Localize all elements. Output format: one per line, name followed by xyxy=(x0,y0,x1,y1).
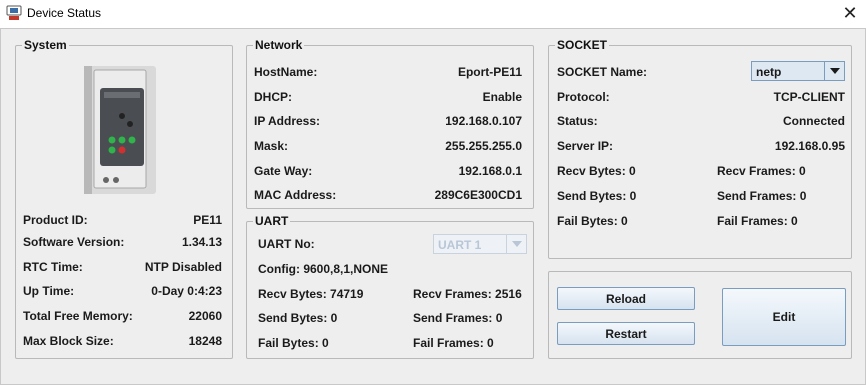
max-block-size-value: 18248 xyxy=(188,334,222,348)
software-version-label: Software Version: xyxy=(23,235,125,249)
edit-button-label: Edit xyxy=(772,310,796,324)
gateway-value: 192.168.0.1 xyxy=(458,164,522,178)
socket-group-title: SOCKET xyxy=(555,38,610,52)
uart-fail-frames: Fail Frames: 0 xyxy=(413,336,494,350)
dhcp-value: Enable xyxy=(482,90,522,104)
protocol-value: TCP-CLIENT xyxy=(773,90,845,104)
chevron-down-icon xyxy=(506,235,526,253)
socket-recv-bytes: Recv Bytes: 0 xyxy=(557,164,636,178)
uart-no-select-value: UART 1 xyxy=(438,238,482,252)
app-logo-icon xyxy=(6,5,22,20)
socket-group: SOCKET SOCKET Name: netp Protocol: TCP-C… xyxy=(548,38,852,259)
close-icon: ✕ xyxy=(842,3,858,23)
uart-recv-frames: Recv Frames: 2516 xyxy=(413,287,522,301)
hostname-value: Eport-PE11 xyxy=(457,65,522,79)
title-bar: Device Status ✕ xyxy=(0,0,866,28)
up-time-label: Up Time: xyxy=(23,284,75,298)
window-title: Device Status xyxy=(27,6,102,20)
mac-address-label: MAC Address: xyxy=(254,188,337,202)
ip-address-label: IP Address: xyxy=(254,114,321,128)
uart-no-label: UART No: xyxy=(258,237,315,251)
socket-name-label: SOCKET Name: xyxy=(557,65,648,79)
uart-group-title: UART xyxy=(253,214,291,228)
network-group: Network HostName: Eport-PE11 DHCP: Enabl… xyxy=(246,38,534,209)
socket-send-bytes: Send Bytes: 0 xyxy=(557,189,637,203)
socket-name-select-value: netp xyxy=(756,65,782,79)
product-id-label: Product ID: xyxy=(23,213,88,227)
close-button[interactable]: ✕ xyxy=(836,2,864,26)
protocol-label: Protocol: xyxy=(557,90,610,104)
uart-config: Config: 9600,8,1,NONE xyxy=(258,262,389,276)
actions-group: Reload Restart Edit xyxy=(548,271,852,359)
dialog-body: System Product ID: PE11 Software Version… xyxy=(0,28,866,385)
total-free-memory-value: 22060 xyxy=(188,309,222,323)
rtc-time-value: NTP Disabled xyxy=(144,260,222,274)
server-ip-value: 192.168.0.95 xyxy=(774,139,845,153)
software-version-value: 1.34.13 xyxy=(181,235,222,249)
socket-recv-frames: Recv Frames: 0 xyxy=(717,164,806,178)
device-image xyxy=(84,66,156,194)
system-group-title: System xyxy=(22,38,69,52)
total-free-memory-label: Total Free Memory: xyxy=(23,309,133,323)
uart-fail-bytes: Fail Bytes: 0 xyxy=(258,336,329,350)
mask-label: Mask: xyxy=(254,139,289,153)
uart-group: UART UART No: UART 1 Config: 9600,8,1,NO… xyxy=(246,214,534,359)
uart-no-select[interactable]: UART 1 xyxy=(433,234,527,254)
dhcp-label: DHCP: xyxy=(254,90,292,104)
status-label: Status: xyxy=(557,114,598,128)
reload-button-label: Reload xyxy=(605,291,646,306)
restart-button[interactable]: Restart xyxy=(557,322,695,345)
max-block-size-label: Max Block Size: xyxy=(23,334,114,348)
reload-button[interactable]: Reload xyxy=(557,287,695,310)
chevron-down-icon xyxy=(824,62,844,80)
status-value: Connected xyxy=(782,114,845,128)
socket-send-frames: Send Frames: 0 xyxy=(717,189,807,203)
ip-address-value: 192.168.0.107 xyxy=(445,114,522,128)
edit-button[interactable]: Edit xyxy=(722,288,846,346)
hostname-label: HostName: xyxy=(254,65,318,79)
rtc-time-label: RTC Time: xyxy=(23,260,83,274)
socket-name-select[interactable]: netp xyxy=(751,61,845,81)
mac-address-value: 289C6E300CD1 xyxy=(434,188,522,202)
uart-send-bytes: Send Bytes: 0 xyxy=(258,311,338,325)
socket-fail-bytes: Fail Bytes: 0 xyxy=(557,214,628,228)
gateway-label: Gate Way: xyxy=(254,164,313,178)
socket-fail-frames: Fail Frames: 0 xyxy=(717,214,798,228)
network-group-title: Network xyxy=(253,38,305,52)
up-time-value: 0-Day 0:4:23 xyxy=(151,284,222,298)
uart-send-frames: Send Frames: 0 xyxy=(413,311,503,325)
system-group: System Product ID: PE11 Software Version… xyxy=(15,38,233,359)
server-ip-label: Server IP: xyxy=(557,139,614,153)
uart-recv-bytes: Recv Bytes: 74719 xyxy=(258,287,364,301)
restart-button-label: Restart xyxy=(605,326,647,341)
product-id-value: PE11 xyxy=(193,213,222,227)
mask-value: 255.255.255.0 xyxy=(445,139,522,153)
